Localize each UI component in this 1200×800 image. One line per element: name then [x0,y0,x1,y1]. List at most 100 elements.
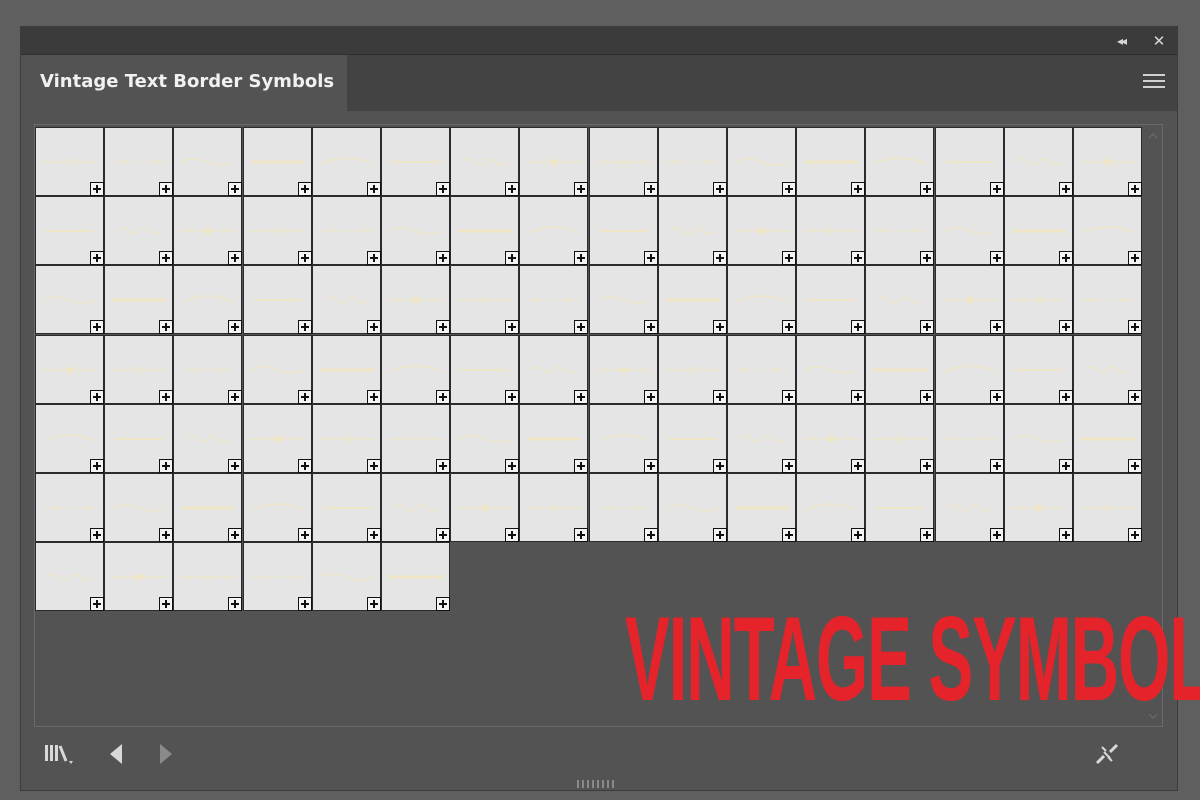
symbol-thumbnail[interactable] [1073,127,1142,196]
symbol-thumbnail[interactable] [1073,473,1142,542]
symbol-thumbnail[interactable] [311,196,381,266]
symbol-thumbnail[interactable] [1003,473,1073,542]
symbol-thumbnail[interactable] [796,196,866,266]
symbol-thumbnail[interactable] [657,473,727,542]
symbol-thumbnail[interactable] [311,334,381,404]
symbol-thumbnail[interactable] [1003,127,1073,196]
symbol-thumbnail[interactable] [727,196,796,266]
symbol-thumbnail[interactable] [796,473,866,542]
symbol-thumbnail[interactable] [381,473,450,542]
symbol-thumbnail[interactable] [657,196,727,266]
symbol-thumbnail[interactable] [1003,265,1073,335]
next-library-icon[interactable] [155,741,177,767]
symbol-thumbnail[interactable] [381,403,450,473]
symbol-thumbnail[interactable] [450,403,520,473]
symbol-thumbnail[interactable] [35,127,104,196]
symbol-thumbnail[interactable] [934,127,1004,196]
symbol-thumbnail[interactable] [173,265,243,335]
panel-titlebar[interactable]: ◂◂ ✕ [21,27,1177,55]
collapse-panel-button[interactable]: ◂◂ [1111,31,1131,51]
symbol-thumbnail[interactable] [657,403,727,473]
symbol-thumbnail[interactable] [519,473,589,542]
symbol-thumbnail[interactable] [381,542,450,612]
symbol-thumbnail[interactable] [588,196,658,266]
symbol-thumbnail[interactable] [35,542,104,612]
symbol-thumbnail[interactable] [173,473,243,542]
symbol-thumbnail[interactable] [35,196,104,266]
symbol-thumbnail[interactable] [934,196,1004,266]
symbol-thumbnail[interactable] [588,334,658,404]
panel-menu-icon[interactable] [1143,73,1165,91]
symbol-thumbnail[interactable] [381,334,450,404]
symbol-thumbnail[interactable] [242,473,312,542]
symbol-thumbnail[interactable] [450,196,520,266]
symbol-thumbnail[interactable] [450,265,520,335]
symbol-thumbnail[interactable] [865,265,935,335]
symbol-thumbnail[interactable] [104,265,174,335]
symbol-thumbnail[interactable] [1073,196,1142,266]
symbol-thumbnail[interactable] [727,334,796,404]
symbol-thumbnail[interactable] [1003,334,1073,404]
panel-resize-grip[interactable] [577,780,621,788]
symbol-thumbnail[interactable] [35,265,104,335]
symbol-thumbnail[interactable] [588,127,658,196]
symbol-thumbnail[interactable] [173,196,243,266]
symbol-thumbnail[interactable] [519,403,589,473]
symbol-thumbnail[interactable] [381,265,450,335]
symbol-thumbnail[interactable] [1073,334,1142,404]
symbol-thumbnail[interactable] [588,403,658,473]
symbol-thumbnail[interactable] [934,334,1004,404]
symbol-thumbnail[interactable] [104,127,174,196]
symbol-thumbnail[interactable] [173,542,243,612]
symbol-thumbnail[interactable] [657,127,727,196]
symbol-thumbnail[interactable] [104,334,174,404]
break-link-to-symbol-icon[interactable] [1093,741,1121,767]
symbol-thumbnail[interactable] [865,127,935,196]
symbol-thumbnail[interactable] [519,196,589,266]
tab-vintage-text-border-symbols[interactable]: Vintage Text Border Symbols [21,55,347,112]
symbol-thumbnail[interactable] [934,403,1004,473]
symbol-thumbnail[interactable] [450,473,520,542]
symbol-thumbnail[interactable] [242,403,312,473]
symbol-thumbnail[interactable] [35,334,104,404]
symbol-thumbnail[interactable] [35,403,104,473]
symbol-thumbnail[interactable] [311,542,381,612]
scroll-up-icon[interactable] [1148,133,1158,139]
symbol-thumbnail[interactable] [311,403,381,473]
symbol-thumbnail[interactable] [242,334,312,404]
symbol-thumbnail[interactable] [796,334,866,404]
symbol-thumbnail[interactable] [242,542,312,612]
symbol-thumbnail[interactable] [173,127,243,196]
close-panel-button[interactable]: ✕ [1149,31,1169,51]
symbol-thumbnail[interactable] [796,265,866,335]
symbol-thumbnail[interactable] [657,334,727,404]
symbol-thumbnail[interactable] [727,127,796,196]
symbol-thumbnail[interactable] [173,334,243,404]
symbol-thumbnail[interactable] [1073,265,1142,335]
symbol-thumbnail[interactable] [311,473,381,542]
symbol-libraries-menu-icon[interactable] [43,741,79,767]
symbol-thumbnail[interactable] [588,473,658,542]
symbol-thumbnail[interactable] [865,403,935,473]
symbol-thumbnail[interactable] [727,473,796,542]
symbol-thumbnail[interactable] [311,127,381,196]
symbol-thumbnail[interactable] [242,127,312,196]
symbol-thumbnail[interactable] [934,473,1004,542]
symbol-thumbnail[interactable] [104,196,174,266]
symbol-thumbnail[interactable] [450,334,520,404]
symbol-thumbnail[interactable] [35,473,104,542]
symbol-thumbnail[interactable] [104,403,174,473]
symbol-thumbnail[interactable] [1003,403,1073,473]
symbol-thumbnail[interactable] [934,265,1004,335]
symbol-thumbnail[interactable] [104,473,174,542]
symbol-thumbnail[interactable] [727,403,796,473]
symbol-thumbnail[interactable] [173,403,243,473]
symbol-thumbnail[interactable] [381,127,450,196]
symbol-thumbnail[interactable] [519,265,589,335]
symbol-thumbnail[interactable] [519,127,589,196]
symbol-thumbnail[interactable] [865,196,935,266]
symbol-thumbnail[interactable] [104,542,174,612]
symbol-thumbnail[interactable] [519,334,589,404]
symbol-thumbnail[interactable] [727,265,796,335]
symbol-thumbnail[interactable] [588,265,658,335]
